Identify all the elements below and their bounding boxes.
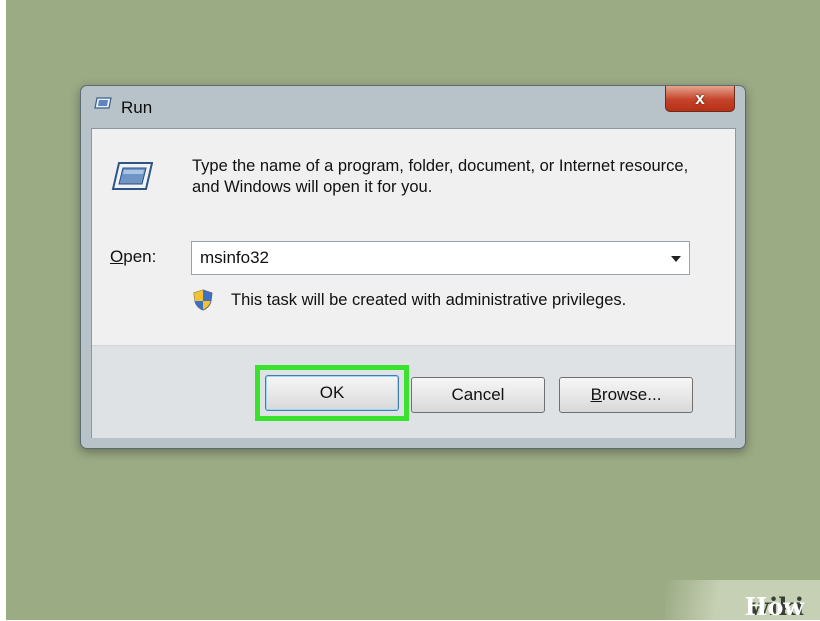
browse-label-rest: rowse... [601,385,662,404]
run-icon [94,97,112,109]
uac-shield-icon [193,289,213,311]
run-icon [111,162,153,190]
watermark-how: How [744,592,804,621]
run-dialog: Run x Type the name of a program, folder… [80,85,746,449]
cancel-button[interactable]: Cancel [411,377,545,413]
chevron-down-icon[interactable] [671,256,681,262]
open-combobox[interactable]: msinfo32 [191,241,690,275]
description-text: Type the name of a program, folder, docu… [192,157,689,196]
title-bar[interactable]: Run x [81,86,745,126]
button-bar: OK Cancel Browse... [92,345,735,438]
ok-button[interactable]: OK [265,375,399,411]
open-label: Open: [110,247,156,267]
open-label-rest: pen: [123,247,157,266]
browse-mnemonic: B [590,385,602,404]
browse-button[interactable]: Browse... [559,377,693,413]
open-label-mnemonic: O [110,247,124,266]
wikihow-watermark: wiki How [665,580,820,621]
window-title: Run [121,98,153,117]
admin-privileges-note: This task will be created with administr… [231,291,627,309]
close-button[interactable]: x [665,86,735,112]
dialog-body: Type the name of a program, folder, docu… [91,128,736,438]
open-input[interactable]: msinfo32 [200,248,269,268]
